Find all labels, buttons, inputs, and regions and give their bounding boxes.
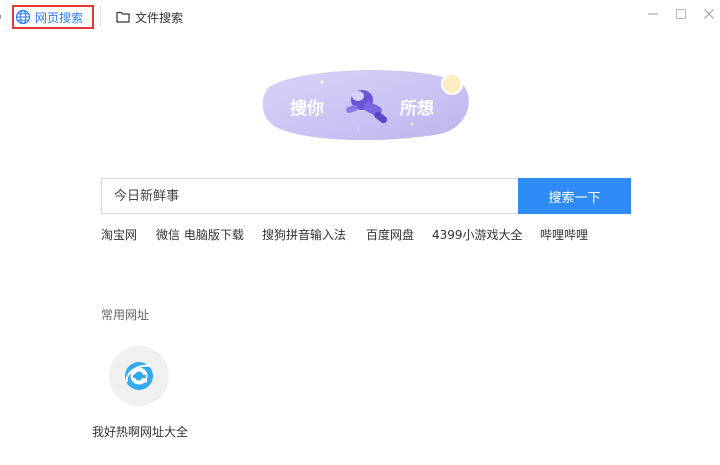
tab-divider [100, 6, 101, 26]
maximize-icon[interactable] [675, 8, 687, 20]
quick-link-taobao[interactable]: 淘宝网 [101, 226, 137, 243]
tab-bar: 网页搜索 文件搜索 [0, 0, 720, 32]
quick-link-wechat[interactable]: 微信 电脑版下载 [156, 226, 244, 243]
globe-icon [15, 9, 31, 25]
tab-file-search-label: 文件搜索 [135, 10, 184, 25]
search-input[interactable] [101, 178, 519, 214]
quick-link-baidu-netdisk[interactable]: 百度网盘 [366, 226, 414, 243]
site-icon-circle [109, 346, 169, 406]
quick-link-4399[interactable]: 4399小游戏大全 [432, 226, 523, 243]
banner-text-right: 所想 [400, 98, 434, 119]
minimize-icon[interactable] [647, 8, 659, 20]
common-sites-label: 常用网址 [101, 308, 150, 322]
tab-file-search[interactable]: 文件搜索 [113, 5, 193, 29]
tab-web-search[interactable]: 网页搜索 [12, 5, 94, 29]
common-site-tile[interactable]: 我好热啊网址大全 [88, 346, 192, 442]
search-banner: 搜你 所想 [262, 70, 469, 140]
ie-browser-icon [125, 362, 153, 390]
banner-text-left: 搜你 [290, 98, 324, 119]
search-button[interactable]: 搜索一下 [518, 178, 631, 214]
quick-link-sogou-pinyin[interactable]: 搜狗拼音输入法 [262, 226, 346, 243]
folder-icon [116, 11, 130, 23]
quick-link-bilibili[interactable]: 哔哩哔哩 [540, 226, 588, 243]
tab-web-search-label: 网页搜索 [35, 10, 84, 25]
close-icon[interactable] [703, 8, 715, 20]
window-edge-marker [0, 15, 1, 19]
common-site-label: 我好热啊网址大全 [91, 425, 188, 439]
